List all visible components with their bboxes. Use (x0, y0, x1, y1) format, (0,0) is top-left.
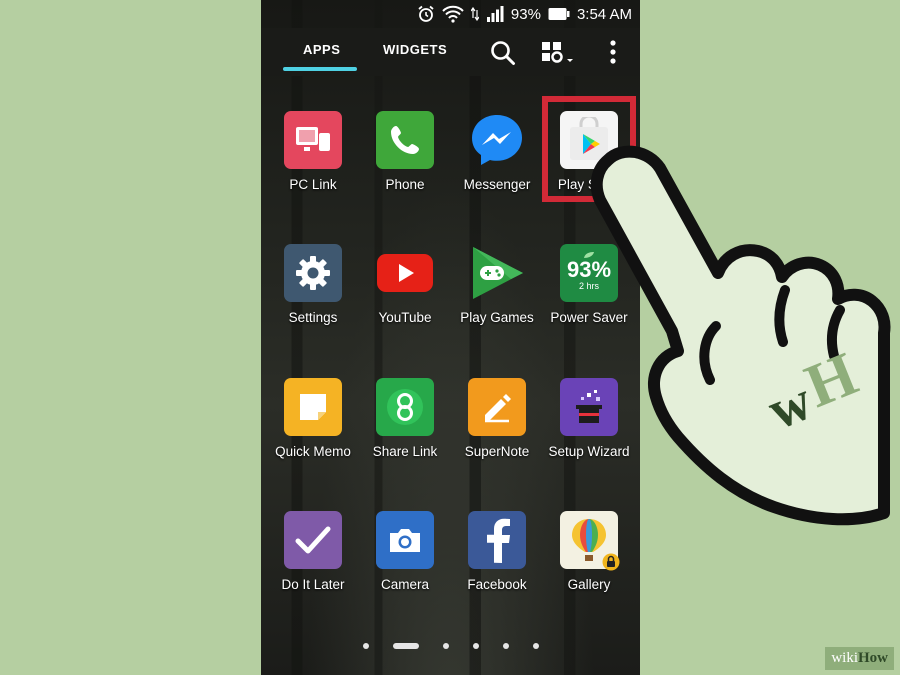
app-label: Share Link (372, 444, 438, 459)
app-label: Camera (380, 577, 429, 592)
app-settings[interactable]: Settings (263, 244, 363, 325)
app-label: Play Games (460, 310, 534, 325)
youtube-icon (376, 244, 434, 302)
page-dot-active[interactable] (392, 643, 419, 649)
watermark-wiki: wiki (831, 650, 858, 666)
app-play-games[interactable]: Play Games (447, 244, 547, 325)
app-phone[interactable]: Phone (355, 111, 455, 192)
quick-memo-icon (284, 378, 342, 436)
tab-apps[interactable]: APPS (303, 42, 340, 57)
page-indicator (261, 643, 640, 649)
app-label: Messenger (463, 177, 531, 192)
app-label: PC Link (289, 177, 337, 192)
app-label: Setup Wizard (548, 444, 630, 459)
gallery-icon (560, 511, 620, 571)
app-label: Gallery (567, 577, 611, 592)
app-drawer-header: APPS WIDGETS (261, 28, 640, 76)
selected-tab-indicator (283, 67, 357, 71)
setup-wizard-icon (560, 378, 618, 436)
watermark-how: How (858, 650, 888, 666)
alarm-icon (418, 5, 434, 22)
app-label: Settings (288, 310, 338, 325)
app-setup-wizard[interactable]: Setup Wizard (539, 378, 639, 459)
app-facebook[interactable]: Facebook (447, 511, 547, 592)
page-dot[interactable] (502, 643, 509, 649)
facebook-icon (468, 511, 526, 569)
app-messenger[interactable]: Messenger (447, 111, 547, 192)
app-power-saver[interactable]: 93% 2 hrs Power Saver (539, 244, 639, 325)
status-bar: 93% 3:54 AM (261, 0, 640, 28)
grid-settings-icon[interactable] (541, 41, 575, 67)
pc-link-icon (284, 111, 342, 169)
power-saver-icon: 93% 2 hrs (560, 244, 618, 302)
app-share-link[interactable]: Share Link (355, 378, 455, 459)
app-label: Do It Later (281, 577, 345, 592)
do-it-later-icon (284, 511, 342, 569)
app-label: YouTube (378, 310, 432, 325)
wifi-icon (442, 5, 464, 23)
app-pc-link[interactable]: PC Link (263, 111, 363, 192)
wikihow-hand-logo: w H (760, 340, 867, 442)
overflow-menu-icon[interactable] (608, 39, 618, 67)
search-icon[interactable] (489, 39, 517, 67)
play-games-icon (468, 244, 526, 302)
page-dot[interactable] (472, 643, 479, 649)
tab-widgets[interactable]: WIDGETS (383, 42, 447, 57)
wikihow-watermark: wikiHow (825, 647, 894, 670)
battery-level: 93% (566, 256, 612, 282)
svg-text:w: w (760, 369, 821, 442)
clock: 3:54 AM (576, 5, 632, 23)
share-link-icon (376, 378, 434, 436)
phone-screen: 93% 3:54 AM APPS WIDGETS PC Link Phone M… (261, 0, 640, 675)
battery-percent: 93% (510, 5, 541, 23)
battery-time-left: 2 hrs (578, 280, 599, 291)
app-supernote[interactable]: SuperNote (447, 378, 547, 459)
app-play-store[interactable]: Play Store (539, 111, 639, 192)
messenger-icon (468, 111, 526, 169)
app-label: Facebook (467, 577, 527, 592)
phone-icon (376, 111, 434, 169)
app-label: Play Store (557, 177, 621, 192)
app-label: Power Saver (550, 310, 628, 325)
page-dot[interactable] (442, 643, 449, 649)
svg-text:H: H (796, 340, 866, 421)
lock-badge-icon (602, 553, 620, 571)
camera-icon (376, 511, 434, 569)
app-quick-memo[interactable]: Quick Memo (263, 378, 363, 459)
app-camera[interactable]: Camera (355, 511, 455, 592)
app-do-it-later[interactable]: Do It Later (263, 511, 363, 592)
page-dot[interactable] (532, 643, 539, 649)
app-label: Quick Memo (275, 444, 351, 459)
battery-icon (548, 8, 570, 20)
app-youtube[interactable]: YouTube (355, 244, 455, 325)
data-arrows-icon (470, 7, 479, 21)
app-gallery[interactable]: Gallery (539, 511, 639, 592)
app-label: SuperNote (464, 444, 530, 459)
supernote-icon (468, 378, 526, 436)
play-store-icon (560, 111, 618, 169)
page-dot[interactable] (362, 643, 369, 649)
signal-icon (486, 6, 504, 22)
settings-gear-icon (284, 244, 342, 302)
app-label: Phone (385, 177, 425, 192)
